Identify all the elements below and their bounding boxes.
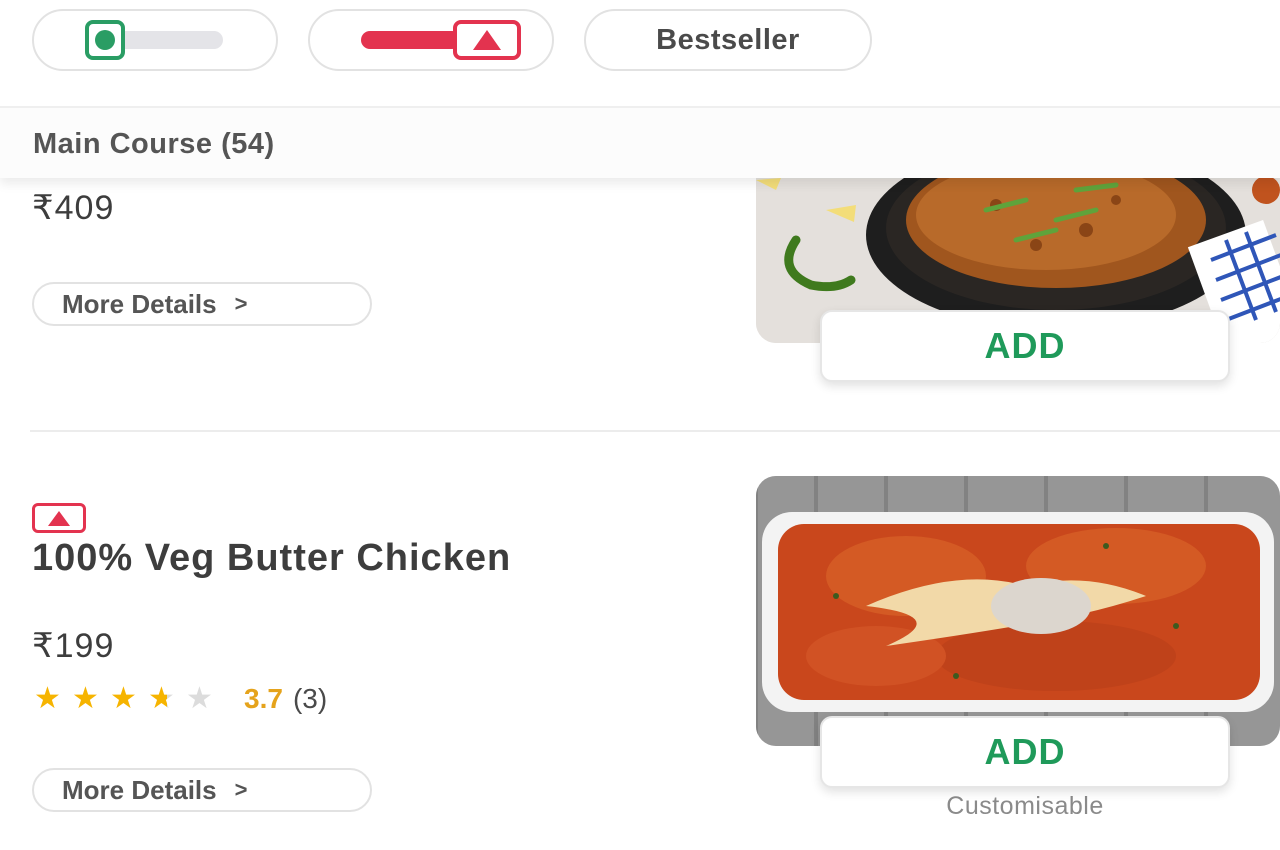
category-header: Main Course (54) xyxy=(0,108,1280,178)
bestseller-filter-chip[interactable]: Bestseller xyxy=(584,9,872,71)
nonveg-toggle-track xyxy=(361,31,461,49)
item-price: ₹409 xyxy=(32,189,115,227)
nonveg-triangle-icon xyxy=(48,510,70,526)
nonveg-toggle[interactable] xyxy=(361,20,521,60)
item-name: 100% Veg Butter Chicken xyxy=(32,537,512,579)
chevron-right-icon: > xyxy=(234,777,248,802)
empty-star-icon: ★ xyxy=(186,682,213,715)
bestseller-label: Bestseller xyxy=(656,23,800,56)
add-label: ADD xyxy=(984,731,1066,772)
more-details-label: More Details xyxy=(62,288,217,319)
butter-chicken-dish-illustration xyxy=(756,476,1280,746)
nonveg-triangle-icon xyxy=(473,30,501,50)
star-icon: ★ xyxy=(110,682,137,715)
veg-toggle-track xyxy=(115,31,223,49)
customisable-label: Customisable xyxy=(946,792,1104,820)
nonveg-indicator-icon xyxy=(32,503,86,533)
rating-value: 3.7 xyxy=(244,683,283,714)
category-title: Main Course (54) xyxy=(33,128,275,160)
veg-toggle[interactable] xyxy=(85,20,225,60)
star-icon: ★ xyxy=(72,682,99,715)
item-divider xyxy=(30,430,1280,432)
more-details-button[interactable]: More Details > xyxy=(32,768,372,812)
star-icon: ★ xyxy=(34,682,61,715)
food-image-butter-chicken[interactable] xyxy=(756,476,1280,746)
rating-stars: ★ ★ ★ ★ ★ xyxy=(34,682,224,716)
rating-count: (3) xyxy=(292,683,328,714)
half-star-icon: ★ xyxy=(148,682,186,716)
chevron-right-icon: > xyxy=(234,291,248,316)
veg-indicator-icon xyxy=(85,20,125,60)
veg-filter-chip[interactable] xyxy=(32,9,278,71)
nonveg-indicator-icon xyxy=(453,20,521,60)
add-label: ADD xyxy=(984,325,1066,366)
item-rating: ★ ★ ★ ★ ★ 3.7 (3) xyxy=(34,682,327,716)
add-button[interactable]: ADD xyxy=(820,310,1230,382)
nonveg-filter-chip[interactable] xyxy=(308,9,554,71)
more-details-button[interactable]: More Details > xyxy=(32,282,372,326)
filter-bar: Bestseller xyxy=(0,0,1280,108)
menu-page: Bestseller Main Course (54) ₹409 More De… xyxy=(0,0,1280,850)
add-button[interactable]: ADD xyxy=(820,716,1230,788)
more-details-label: More Details xyxy=(62,774,217,805)
veg-dot-icon xyxy=(95,30,115,50)
item-price: ₹199 xyxy=(32,627,115,665)
